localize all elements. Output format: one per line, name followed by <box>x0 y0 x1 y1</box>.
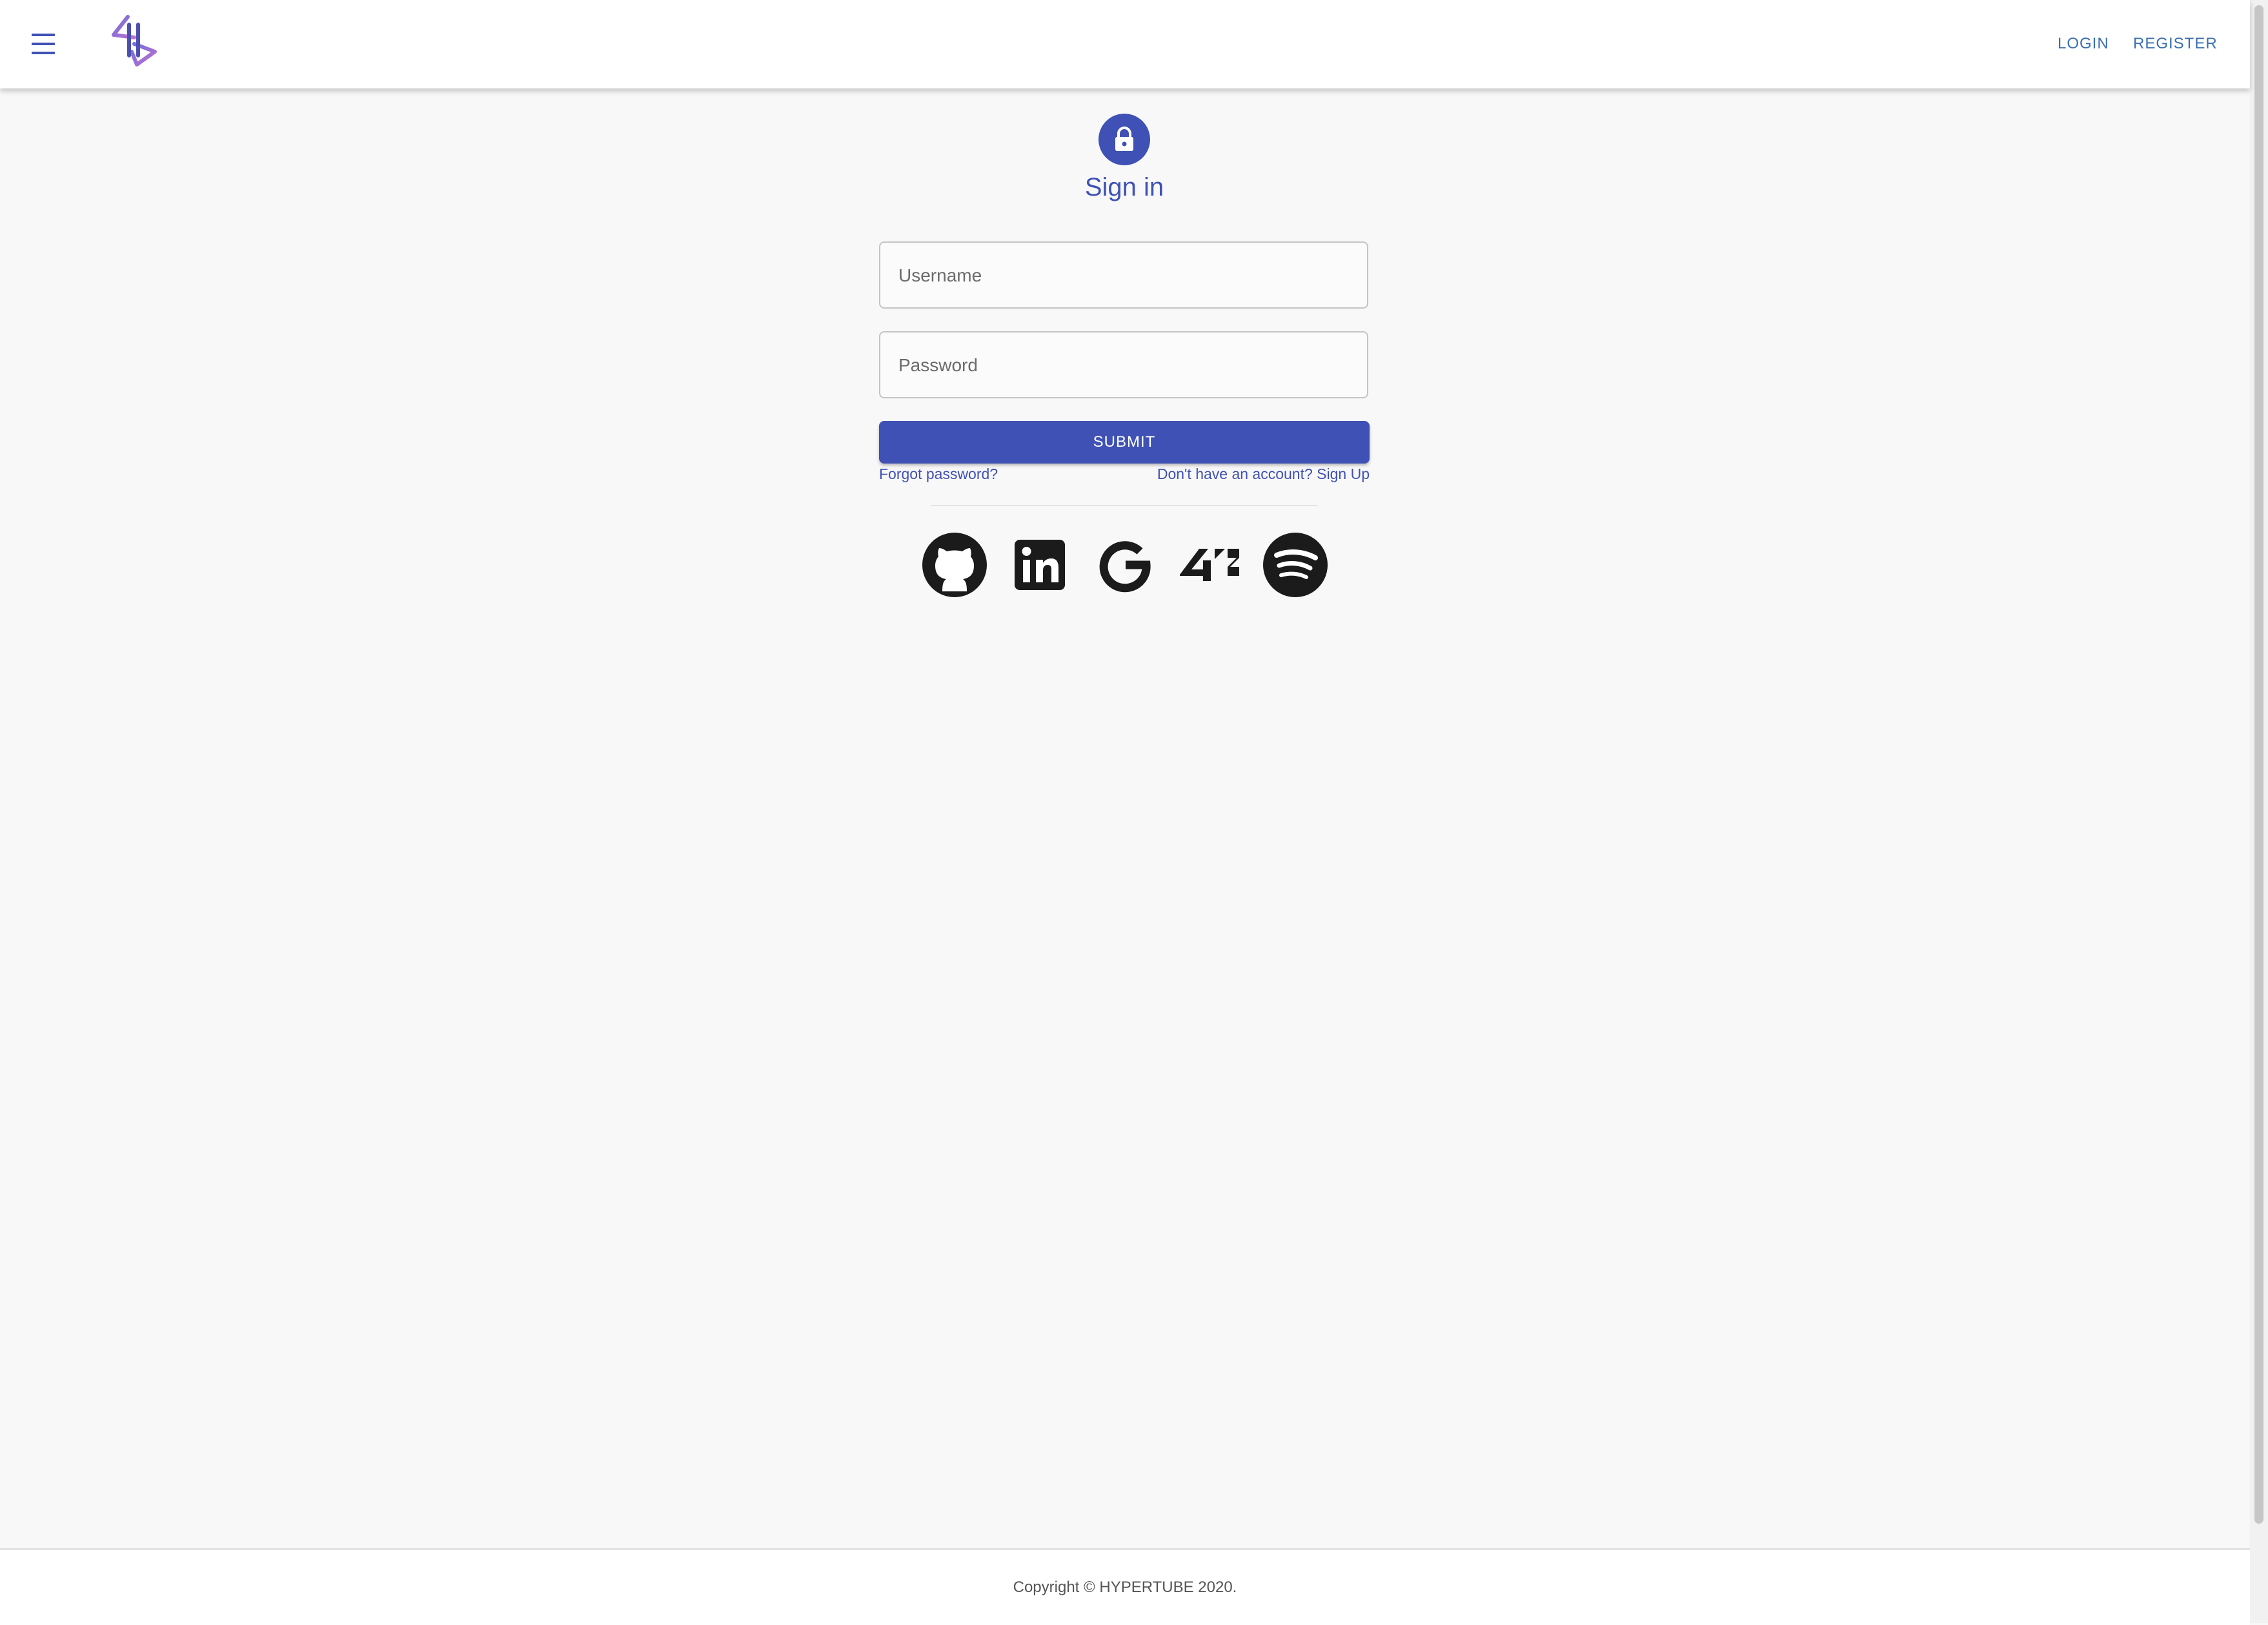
scrollbar-thumb[interactable] <box>2254 5 2263 1524</box>
copyright-text: Copyright © HYPERTUBE 2020. <box>1013 1579 1237 1596</box>
spotify-login-button[interactable] <box>1260 529 1331 600</box>
username-input[interactable] <box>897 243 1352 309</box>
password-input[interactable] <box>897 332 1352 398</box>
login-link[interactable]: LOGIN <box>2058 31 2109 57</box>
spotify-icon <box>1263 533 1328 597</box>
username-field[interactable] <box>879 241 1368 309</box>
footer: Copyright © HYPERTUBE 2020. <box>0 1548 2250 1625</box>
divider <box>931 505 1318 506</box>
42-icon <box>1180 549 1239 581</box>
menu-icon <box>32 34 55 36</box>
scrollbar[interactable] <box>2250 0 2268 1623</box>
register-link[interactable]: REGISTER <box>2133 31 2218 57</box>
linkedin-login-button[interactable] <box>1004 529 1075 600</box>
menu-button[interactable] <box>25 27 62 61</box>
linkedin-icon <box>1015 540 1065 590</box>
google-login-button[interactable] <box>1089 529 1160 600</box>
lock-icon <box>1115 127 1133 151</box>
github-login-button[interactable] <box>919 529 990 600</box>
page-title: Sign in <box>1084 173 1164 201</box>
forgot-password-link[interactable]: Forgot password? <box>879 464 998 484</box>
sign-up-link[interactable]: Don't have an account? Sign Up <box>1157 464 1370 484</box>
hypertube-logo[interactable] <box>108 13 160 68</box>
lock-avatar <box>1099 114 1150 165</box>
google-icon <box>1099 541 1151 593</box>
password-field[interactable] <box>879 331 1368 398</box>
logo-icon <box>112 15 157 66</box>
github-icon <box>922 533 987 597</box>
submit-button[interactable]: SUBMIT <box>879 421 1370 464</box>
app-bar: LOGIN REGISTER <box>0 0 2250 88</box>
42-login-button[interactable] <box>1175 529 1246 600</box>
